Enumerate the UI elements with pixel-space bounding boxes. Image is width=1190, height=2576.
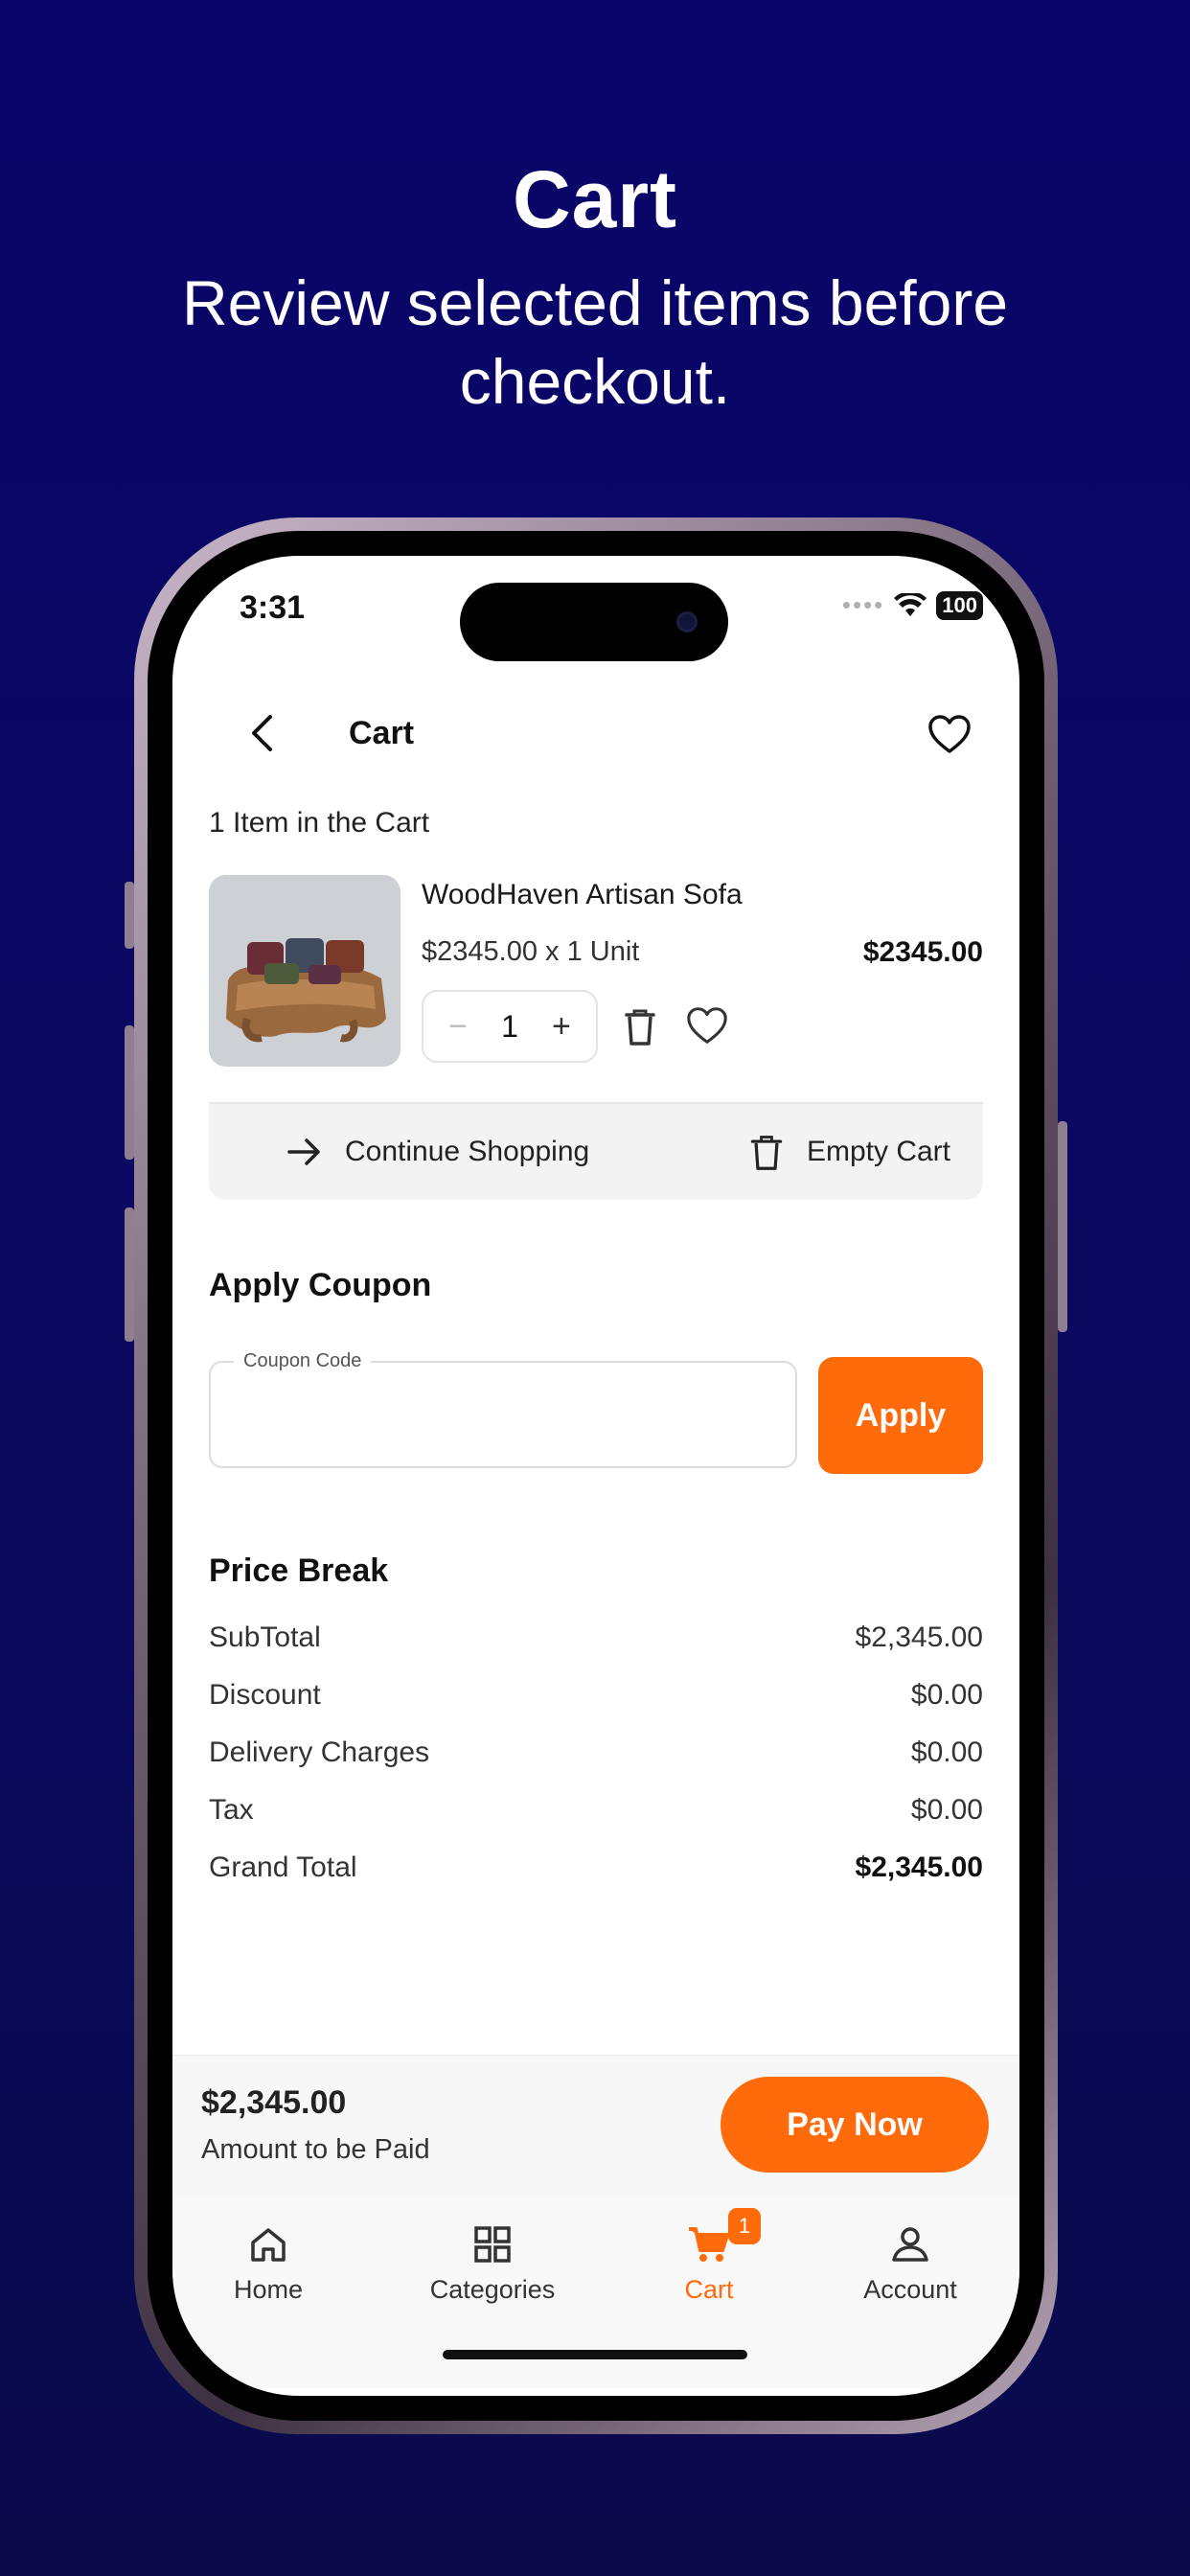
quantity-value: 1 <box>501 1008 518 1044</box>
grid-icon <box>474 2226 511 2263</box>
home-indicator[interactable] <box>443 2350 747 2359</box>
price-break-heading: Price Break <box>209 1552 389 1589</box>
price-label: Grand Total <box>209 1852 357 1883</box>
price-value: $2,345.00 <box>855 1852 983 1883</box>
plus-icon[interactable]: + <box>544 1008 579 1046</box>
trash-icon <box>750 1136 783 1170</box>
cart-item-count: 1 Item in the Cart <box>209 807 430 839</box>
amount-to-pay: $2,345.00 <box>201 2084 347 2121</box>
price-value: $0.00 <box>910 1736 983 1768</box>
chevron-left-icon[interactable] <box>241 711 286 755</box>
volume-down-button <box>125 1208 134 1342</box>
mute-switch <box>125 882 134 949</box>
app-screen: 3:31 •••• 100 Cart 1 Item in the Cart Wo… <box>172 556 1019 2396</box>
tab-label: Home <box>233 2275 304 2304</box>
price-label: Tax <box>209 1794 254 1826</box>
coupon-field[interactable]: Coupon Code <box>209 1350 797 1468</box>
phone-bezel: 3:31 •••• 100 Cart 1 Item in the Cart Wo… <box>148 531 1044 2421</box>
price-value: $0.00 <box>910 1679 983 1711</box>
power-button <box>1058 1121 1067 1332</box>
payment-bar: $2,345.00 Amount to be Paid Pay Now <box>172 2055 1019 2196</box>
price-row-subtotal: SubTotal $2,345.00 <box>209 1622 983 1679</box>
heart-icon[interactable] <box>926 711 973 759</box>
status-indicators: •••• 100 <box>842 590 983 620</box>
phone-frame: 3:31 •••• 100 Cart 1 Item in the Cart Wo… <box>125 518 1067 2434</box>
tab-label: Categories <box>429 2275 556 2304</box>
apply-coupon-button[interactable]: Apply <box>818 1357 983 1474</box>
continue-shopping-label: Continue Shopping <box>345 1136 590 1167</box>
cart-item: WoodHaven Artisan Sofa $2345.00 x 1 Unit… <box>209 875 983 1067</box>
page-title: Cart <box>349 715 415 751</box>
apply-coupon-heading: Apply Coupon <box>209 1267 432 1303</box>
pay-now-button[interactable]: Pay Now <box>721 2077 989 2173</box>
promo-subtitle: Review selected items before checkout. <box>181 267 1009 417</box>
user-icon <box>892 2227 928 2262</box>
empty-cart-label: Empty Cart <box>806 1136 950 1167</box>
product-name[interactable]: WoodHaven Artisan Sofa <box>422 879 743 911</box>
continue-shopping-button[interactable]: Continue Shopping <box>286 1133 589 1171</box>
status-time: 3:31 <box>240 589 306 626</box>
price-row-discount: Discount $0.00 <box>209 1679 983 1736</box>
cart-badge: 1 <box>728 2208 761 2244</box>
cart-icon <box>689 2227 729 2262</box>
signal-icon: •••• <box>841 590 885 619</box>
tab-cart[interactable]: 1 Cart <box>613 2208 805 2305</box>
price-value: $2,345.00 <box>855 1622 983 1653</box>
price-value: $0.00 <box>910 1794 983 1826</box>
cart-actions-bar: Continue Shopping Empty Cart <box>209 1104 983 1200</box>
tab-label: Account <box>863 2275 957 2304</box>
price-row-delivery: Delivery Charges $0.00 <box>209 1736 983 1794</box>
coupon-field-label: Coupon Code <box>234 1350 372 1372</box>
tab-categories[interactable]: Categories <box>397 2221 588 2305</box>
empty-cart-button[interactable]: Empty Cart <box>747 1133 950 1171</box>
arrow-right-icon <box>287 1138 320 1165</box>
camera-icon <box>676 611 698 632</box>
price-row-grand-total: Grand Total $2,345.00 <box>209 1852 983 1909</box>
promo-title: Cart <box>512 154 678 244</box>
tab-label: Cart <box>684 2275 734 2304</box>
price-label: Delivery Charges <box>209 1736 430 1768</box>
volume-up-button <box>125 1025 134 1160</box>
battery-icon: 100 <box>936 590 983 620</box>
tab-account[interactable]: Account <box>814 2221 1006 2305</box>
home-icon <box>251 2228 286 2262</box>
trash-icon[interactable] <box>619 1005 661 1047</box>
product-image[interactable] <box>209 875 400 1067</box>
price-label: Discount <box>209 1679 321 1711</box>
wifi-icon <box>894 592 927 616</box>
price-break-list: SubTotal $2,345.00 Discount $0.00 Delive… <box>209 1622 983 1909</box>
amount-caption: Amount to be Paid <box>201 2134 430 2165</box>
price-row-tax: Tax $0.00 <box>209 1794 983 1852</box>
minus-icon[interactable]: − <box>441 1008 475 1046</box>
product-total: $2345.00 <box>862 936 983 968</box>
coupon-input[interactable] <box>232 1392 768 1445</box>
bottom-tab-bar: Home Categories 1 Cart Account <box>172 2196 1019 2388</box>
price-label: SubTotal <box>209 1622 321 1653</box>
wishlist-heart-icon[interactable] <box>684 1003 730 1049</box>
product-unit-price: $2345.00 x 1 Unit <box>422 936 640 967</box>
dynamic-island <box>460 583 728 661</box>
quantity-stepper: − 1 + <box>422 990 598 1063</box>
tab-home[interactable]: Home <box>172 2221 364 2305</box>
app-header: Cart <box>172 690 1019 776</box>
